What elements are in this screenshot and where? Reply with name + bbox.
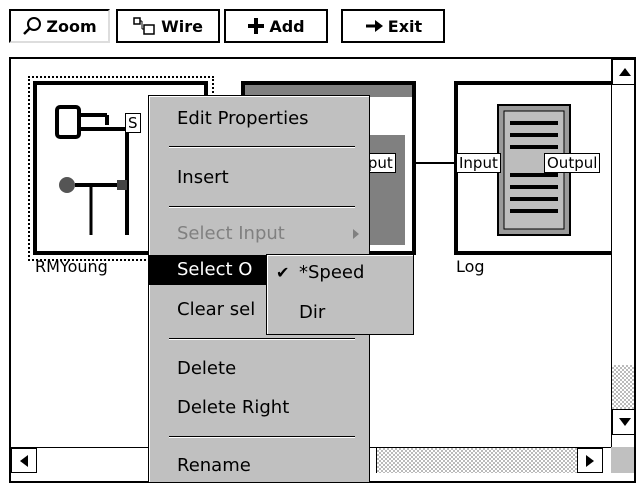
scrollbar-corner (611, 447, 634, 473)
scroll-right-button[interactable] (577, 448, 603, 473)
rmyoung-output-port[interactable]: S (125, 113, 141, 133)
menu-item-select-input: Select Input (149, 219, 369, 249)
zoom-label: Zoom (46, 16, 97, 36)
log-label: Log (456, 257, 485, 276)
submenu-item-speed-label: *Speed (299, 262, 365, 283)
log-output-port[interactable]: Outpul (544, 153, 601, 173)
menu-item-edit-properties[interactable]: Edit Properties (149, 104, 369, 134)
scroll-up-button[interactable] (612, 59, 634, 85)
check-icon: ✔ (276, 263, 290, 282)
add-button[interactable]: Add (224, 9, 328, 43)
menu-item-rename[interactable]: Rename (149, 451, 369, 481)
exit-button[interactable]: Exit (341, 9, 445, 43)
add-label: Add (269, 16, 305, 36)
menu-item-insert[interactable]: Insert (149, 163, 369, 193)
rmyoung-label: RMYoung (35, 257, 108, 276)
arrow-down-icon (618, 418, 631, 426)
menu-item-select-input-label: Select Input (177, 223, 285, 244)
output-submenu: ✔ *Speed Dir (266, 254, 414, 335)
menu-separator (169, 436, 355, 438)
arrow-right-icon (365, 20, 383, 32)
wire-icon (133, 17, 155, 35)
arrow-right-icon (586, 454, 594, 467)
wire[interactable] (416, 162, 456, 164)
vertical-scrollbar[interactable] (611, 59, 634, 447)
submenu-item-dir[interactable]: Dir (267, 297, 413, 329)
magnifier-icon (23, 17, 42, 35)
log-block[interactable]: Input Outpul (454, 81, 629, 255)
exit-label: Exit (387, 16, 423, 36)
submenu-item-speed[interactable]: ✔ *Speed (267, 257, 413, 289)
zoom-button[interactable]: Zoom (9, 9, 110, 43)
menu-separator (169, 146, 355, 148)
arrow-left-icon (20, 454, 28, 467)
menu-item-delete-right[interactable]: Delete Right (149, 393, 369, 423)
wire-button[interactable]: Wire (116, 9, 220, 43)
log-input-port[interactable]: Input (456, 153, 501, 173)
menu-separator (169, 206, 355, 208)
scroll-left-button[interactable] (11, 448, 37, 473)
menu-item-delete[interactable]: Delete (149, 354, 369, 384)
scroll-down-button[interactable] (612, 409, 634, 435)
wire-label: Wire (161, 16, 203, 36)
arrow-up-icon (618, 68, 631, 76)
submenu-arrow-icon (353, 229, 359, 239)
menu-separator (169, 338, 355, 340)
plus-icon (248, 18, 265, 34)
